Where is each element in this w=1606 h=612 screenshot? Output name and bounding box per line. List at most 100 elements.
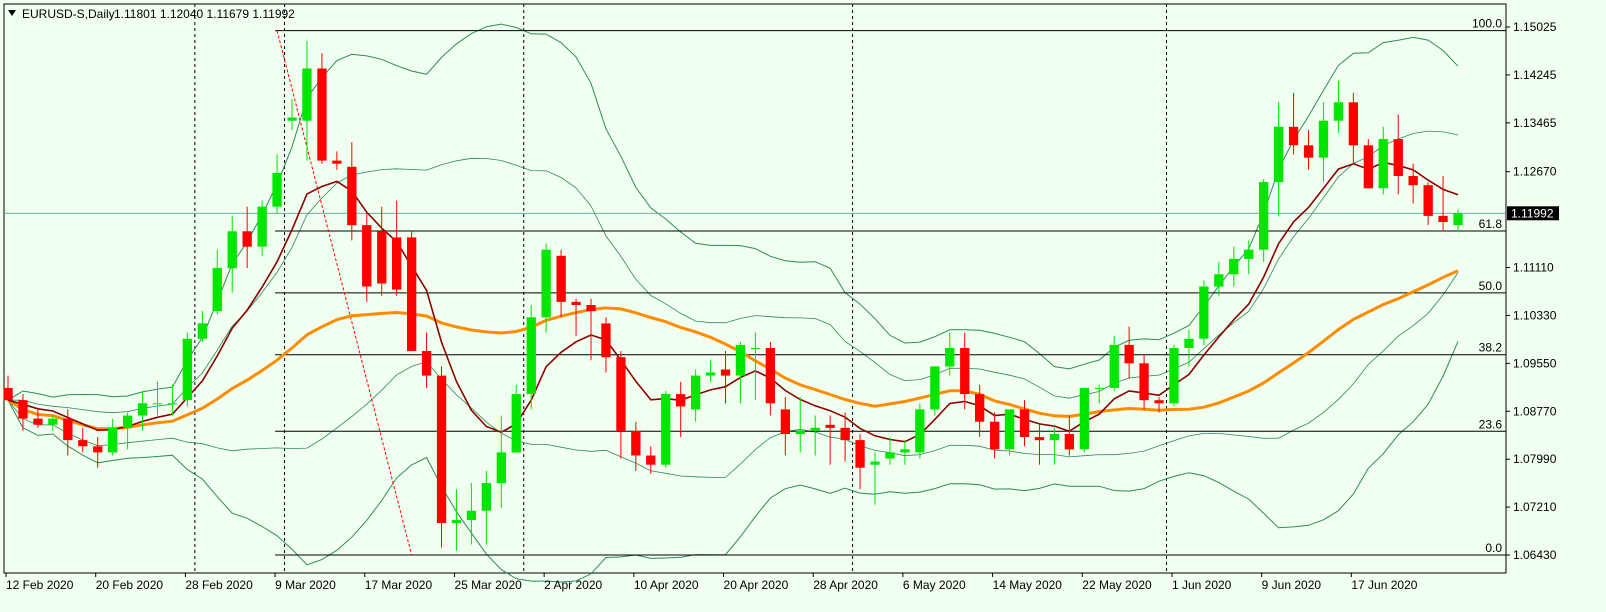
candle-body: [1184, 338, 1194, 348]
candle-body: [1064, 434, 1074, 450]
candle-body: [1229, 258, 1239, 275]
current-price-label: 1.11992: [1511, 206, 1554, 220]
ohlc-values: 1.11801 1.12040 1.11679 1.11992: [114, 7, 295, 21]
candle-body: [1288, 126, 1299, 146]
candle-body: [601, 323, 611, 358]
candle-body: [1034, 437, 1045, 441]
candle-body: [1079, 387, 1089, 450]
candle-body: [705, 372, 716, 376]
candle-body: [870, 461, 880, 465]
candle-body: [108, 427, 118, 453]
candle-body: [840, 427, 850, 441]
candle-body: [1303, 145, 1314, 158]
candle-body: [1423, 185, 1433, 216]
fibonacci-level-label: 0.0: [1485, 541, 1502, 555]
candle-body: [541, 249, 551, 318]
time-tick-label: 10 Apr 2020: [634, 578, 699, 592]
candle-body: [48, 418, 58, 425]
candle-body: [123, 415, 133, 428]
time-tick-label: 22 May 2020: [1082, 578, 1152, 592]
candle-body: [78, 440, 88, 447]
candle-body: [272, 172, 282, 207]
price-tick-label: 1.09550: [1513, 356, 1557, 370]
candle-body: [945, 348, 955, 367]
time-tick-label: 2 Apr 2020: [544, 578, 602, 592]
fibonacci-level-label: 23.6: [1479, 417, 1503, 431]
candle-body: [1199, 286, 1209, 339]
candle-body: [1453, 213, 1463, 226]
candle-body: [242, 231, 252, 247]
candle-body: [1094, 387, 1104, 389]
candle-body: [1259, 182, 1269, 250]
candle-body: [586, 305, 596, 312]
price-tick-label: 1.07990: [1513, 452, 1557, 466]
trading-chart[interactable]: 100.0 61.8 50.0 38.2 23.6 0.0 1.15025 1.14245 1…: [0, 0, 1606, 612]
candle-body: [915, 409, 925, 453]
candle-body: [421, 351, 432, 376]
candle-body: [855, 440, 865, 468]
candle-body: [526, 317, 536, 395]
candle-body: [1124, 344, 1134, 364]
candle-body: [556, 255, 566, 302]
candle-body: [407, 237, 417, 351]
candle-body: [481, 483, 491, 511]
chart-canvas[interactable]: 100.0 61.8 50.0 38.2 23.6 0.0 1.15025 1.14245 1…: [0, 0, 1606, 612]
candle-body: [1109, 344, 1119, 388]
candle-body: [1363, 145, 1373, 189]
candle-body: [1244, 249, 1254, 259]
candle-body: [93, 446, 103, 453]
candle-body: [750, 348, 761, 349]
candle-body: [1049, 434, 1060, 441]
candle-body: [167, 403, 178, 405]
candle-body: [377, 231, 387, 284]
candle-body: [975, 394, 985, 422]
candle-body: [496, 452, 506, 484]
price-tick-label: 1.06430: [1513, 548, 1557, 562]
chart-background: [0, 0, 1606, 612]
candle-body: [227, 231, 237, 269]
price-tick-label: 1.11110: [1513, 261, 1554, 275]
candle-body: [436, 375, 447, 523]
time-tick-label: 17 Jun 2020: [1351, 578, 1417, 592]
candle-body: [930, 366, 940, 410]
candle-body: [197, 323, 207, 339]
candle-body: [825, 424, 835, 428]
time-tick-label: 14 May 2020: [993, 578, 1063, 592]
candle-body: [1378, 139, 1388, 189]
candle-body: [646, 455, 656, 465]
time-tick-label: 20 Apr 2020: [724, 578, 789, 592]
time-tick-label: 28 Apr 2020: [813, 578, 878, 592]
candle-body: [18, 400, 28, 419]
fibonacci-level-label: 50.0: [1479, 279, 1503, 293]
time-tick-label: 20 Feb 2020: [96, 578, 164, 592]
fibonacci-level-label: 100.0: [1472, 17, 1502, 31]
candle-body: [1019, 409, 1030, 437]
symbol-timeframe: EURUSD-S,Daily: [22, 7, 115, 21]
candle-body: [3, 387, 13, 401]
time-tick-label: 9 Mar 2020: [275, 578, 336, 592]
price-tick-label: 1.07210: [1513, 500, 1557, 514]
candle-body: [332, 160, 342, 164]
chart-header: EURUSD-S,Daily 1.11801 1.12040 1.11679 1…: [8, 7, 295, 21]
candle-body: [1438, 215, 1448, 222]
candle-body: [1348, 102, 1358, 146]
price-tick-label: 1.14245: [1513, 68, 1557, 82]
candle-body: [1139, 363, 1149, 401]
candle-body: [63, 418, 73, 441]
candle-body: [780, 409, 790, 434]
candle-body: [1274, 126, 1284, 183]
candle-body: [735, 344, 746, 376]
candle-body: [631, 430, 641, 456]
candle-body: [152, 403, 163, 405]
time-tick-label: 12 Feb 2020: [6, 578, 74, 592]
time-tick-label: 9 Jun 2020: [1262, 578, 1322, 592]
time-tick-label: 28 Feb 2020: [185, 578, 253, 592]
candle-body: [1169, 348, 1179, 404]
candle-body: [661, 394, 671, 465]
fibonacci-level-label: 38.2: [1479, 341, 1503, 355]
candle-body: [1154, 400, 1164, 404]
candle-body: [795, 430, 805, 434]
candle-body: [720, 369, 731, 376]
candle-body: [137, 403, 148, 416]
time-tick-label: 1 Jun 2020: [1172, 578, 1232, 592]
